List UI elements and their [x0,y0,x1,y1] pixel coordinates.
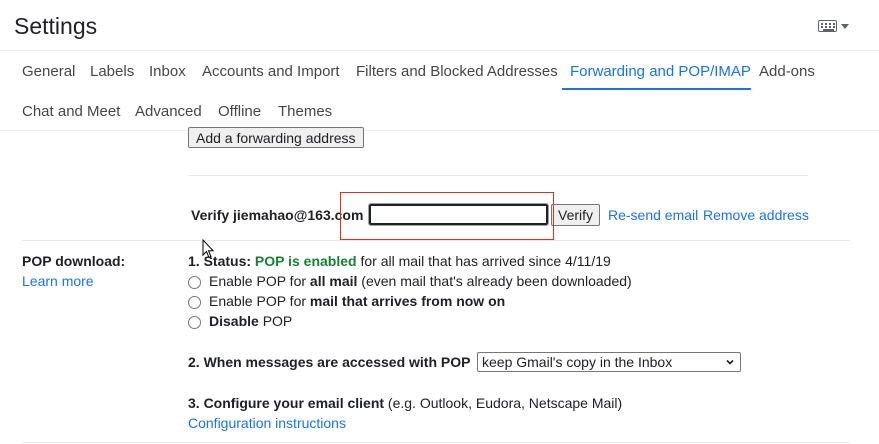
active-tab-indicator [562,88,751,90]
keyboard-icon [818,20,837,32]
highlight-box [340,192,554,240]
radio-enable-pop-from-now[interactable] [188,296,201,309]
tab-inbox[interactable]: Inbox [149,63,186,80]
chevron-down-icon [726,359,734,365]
pop-status-value: POP is enabled [254,253,357,269]
option-emphasis: Disable [209,313,259,329]
option-text: (even mail that's already been downloade… [357,273,632,289]
section-divider [22,442,850,443]
tab-filters-and-blocked-addresses[interactable]: Filters and Blocked Addresses [356,63,558,80]
tab-accounts-and-import[interactable]: Accounts and Import [202,63,340,80]
option-enable-pop-from-now[interactable]: Enable POP for mail that arrives from no… [209,293,505,309]
pop-access-label: 2. When messages are accessed with POP [188,354,471,370]
pop-status-prefix: 1. Status: [188,253,255,269]
tab-add-ons[interactable]: Add-ons [759,63,815,80]
option-text: Enable POP for [209,273,310,289]
tab-themes[interactable]: Themes [278,103,332,120]
tab-chat-and-meet[interactable]: Chat and Meet [22,103,120,120]
tab-offline[interactable]: Offline [218,103,261,120]
option-text: POP [258,313,293,329]
option-emphasis: mail that arrives from now on [309,293,506,309]
tabs-divider [0,130,879,131]
configure-email-client-line: 3. Configure your email client (e.g. Out… [188,395,622,411]
input-tools-toggle[interactable] [818,20,849,32]
configure-label: 3. Configure your email client [188,395,385,411]
tab-labels[interactable]: Labels [90,63,134,80]
option-emphasis: all mail [309,273,358,289]
pop-access-action-select[interactable]: keep Gmail's copy in the Inbox [477,352,741,372]
verify-address-label: Verify jiemahao@163.com [191,207,364,223]
chevron-down-icon [841,23,849,29]
add-forwarding-address-button[interactable]: Add a forwarding address [188,127,364,148]
option-enable-pop-all-mail[interactable]: Enable POP for all mail (even mail that'… [209,273,632,289]
forwarding-divider [188,175,808,176]
option-disable-pop[interactable]: Disable POP [209,313,292,329]
pop-access-selected-value: keep Gmail's copy in the Inbox [482,354,673,370]
pop-download-label: POP download: [22,253,126,269]
settings-header: Settings [0,0,879,50]
tab-advanced[interactable]: Advanced [135,103,202,120]
configure-examples: (e.g. Outlook, Eudora, Netscape Mail) [384,395,623,411]
section-divider [22,240,850,241]
verify-button[interactable]: Verify [551,204,601,226]
radio-enable-pop-all-mail[interactable] [188,276,201,289]
pop-status-line: 1. Status: POP is enabled for all mail t… [188,253,611,269]
tab-forwarding-and-pop-imap[interactable]: Forwarding and POP/IMAP [570,63,751,80]
option-text: Enable POP for [209,293,310,309]
resend-email-link[interactable]: Re-send email [608,207,698,223]
remove-address-link[interactable]: Remove address [703,207,809,223]
radio-disable-pop[interactable] [188,316,201,329]
learn-more-link[interactable]: Learn more [22,273,94,289]
tab-general[interactable]: General [22,63,75,80]
configuration-instructions-link[interactable]: Configuration instructions [188,415,346,431]
page-title: Settings [14,13,98,39]
pop-status-suffix: for all mail that has arrived since 4/11… [356,253,611,269]
